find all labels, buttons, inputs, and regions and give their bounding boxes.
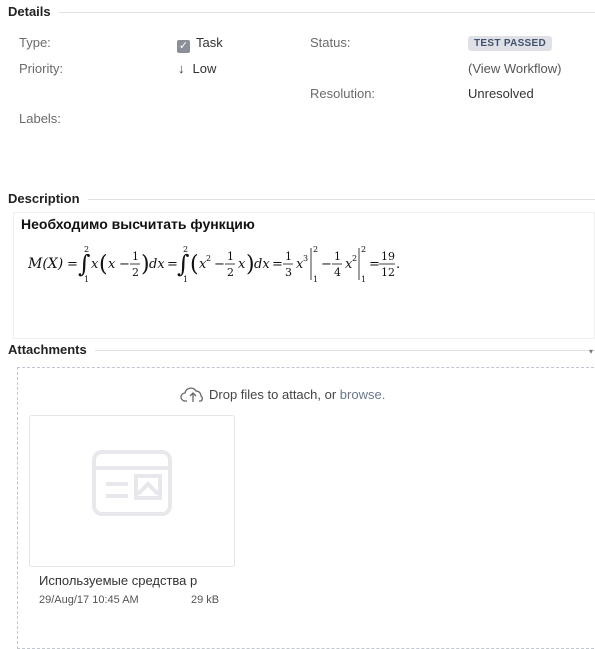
- svg-text:1: 1: [361, 275, 366, 284]
- drop-files-text: Drop files to attach, or browse.: [180, 385, 385, 403]
- svg-text:2: 2: [84, 245, 89, 254]
- svg-text:∫: ∫: [177, 250, 190, 278]
- attachment-thumbnail[interactable]: [29, 415, 235, 567]
- svg-text:−: −: [214, 257, 225, 272]
- description-title: Description: [8, 191, 88, 206]
- description-section-header[interactable]: Description: [8, 191, 595, 207]
- divider: [8, 12, 595, 13]
- svg-text:1: 1: [334, 250, 341, 263]
- svg-text:3: 3: [285, 266, 292, 279]
- svg-text:2: 2: [206, 254, 211, 263]
- type-text: Task: [196, 35, 223, 50]
- svg-text:−: −: [119, 257, 130, 272]
- view-workflow-link[interactable]: (View Workflow): [468, 61, 561, 76]
- svg-text:2: 2: [352, 254, 357, 263]
- svg-text:2: 2: [361, 245, 366, 254]
- labels-label: Labels:: [19, 111, 61, 126]
- attachment-filename[interactable]: Используемые средства р: [39, 573, 204, 588]
- resolution-value: Unresolved: [468, 86, 534, 101]
- svg-text:∫: ∫: [78, 250, 91, 278]
- svg-text:3: 3: [303, 254, 308, 263]
- svg-text:1: 1: [313, 275, 318, 284]
- svg-text:x: x: [91, 257, 99, 272]
- svg-text:2: 2: [227, 266, 234, 279]
- details-title: Details: [8, 4, 59, 19]
- divider: [8, 199, 595, 200]
- task-checkbox-icon: ✓: [177, 40, 190, 53]
- svg-text:1: 1: [84, 275, 89, 284]
- priority-label: Priority:: [19, 61, 64, 76]
- svg-text:x: x: [238, 257, 246, 272]
- svg-text:1: 1: [183, 275, 188, 284]
- browse-link[interactable]: browse.: [340, 387, 386, 402]
- status-label: Status:: [310, 35, 351, 50]
- formula-image: M(X) = ∫ 2 1 x ( x − 1 2 ) dx = ∫ 2 1 ( …: [28, 245, 400, 284]
- attachment-date: 29/Aug/17 10:45 AM: [39, 594, 139, 606]
- svg-text:=: =: [369, 257, 380, 272]
- svg-text:1: 1: [285, 250, 292, 263]
- svg-text:1: 1: [132, 250, 139, 263]
- details-section-header[interactable]: Details: [8, 4, 595, 20]
- document-file-icon: [92, 450, 172, 516]
- svg-text:(: (: [190, 252, 199, 277]
- svg-text:(: (: [99, 252, 108, 277]
- svg-text:dx: dx: [149, 257, 165, 272]
- svg-text:2: 2: [132, 266, 139, 279]
- divider: [8, 350, 595, 351]
- type-label: Type:: [19, 35, 51, 50]
- description-heading: Необходимо высчитать функцию: [21, 216, 255, 232]
- arrow-down-icon: ↓: [178, 61, 185, 76]
- svg-text:x: x: [108, 257, 116, 272]
- svg-text:19: 19: [381, 250, 395, 263]
- svg-text:dx: dx: [254, 257, 270, 272]
- svg-text:M(X): M(X): [28, 256, 63, 272]
- svg-text:4: 4: [334, 266, 341, 279]
- svg-text:1: 1: [227, 250, 234, 263]
- svg-text:.: .: [396, 257, 400, 272]
- svg-text:=: =: [67, 257, 78, 272]
- attachments-section-header[interactable]: Attachments: [8, 342, 595, 358]
- status-badge[interactable]: TEST PASSED: [468, 36, 553, 51]
- type-value: ✓ Task: [177, 35, 223, 53]
- drop-files-prefix: Drop files to attach, or: [209, 387, 340, 402]
- svg-text:=: =: [272, 257, 283, 272]
- svg-text:2: 2: [313, 245, 318, 254]
- attachment-size: 29 kB: [191, 594, 220, 606]
- svg-text:−: −: [321, 257, 332, 272]
- attachments-options-icon[interactable]: ▾: [589, 347, 593, 356]
- cloud-upload-icon: [180, 387, 203, 402]
- svg-text:12: 12: [381, 266, 395, 279]
- svg-text:2: 2: [183, 245, 188, 254]
- priority-text: Low: [192, 61, 217, 76]
- resolution-label: Resolution:: [310, 86, 376, 101]
- priority-value: ↓ Low: [178, 61, 216, 76]
- attachments-title: Attachments: [8, 342, 95, 357]
